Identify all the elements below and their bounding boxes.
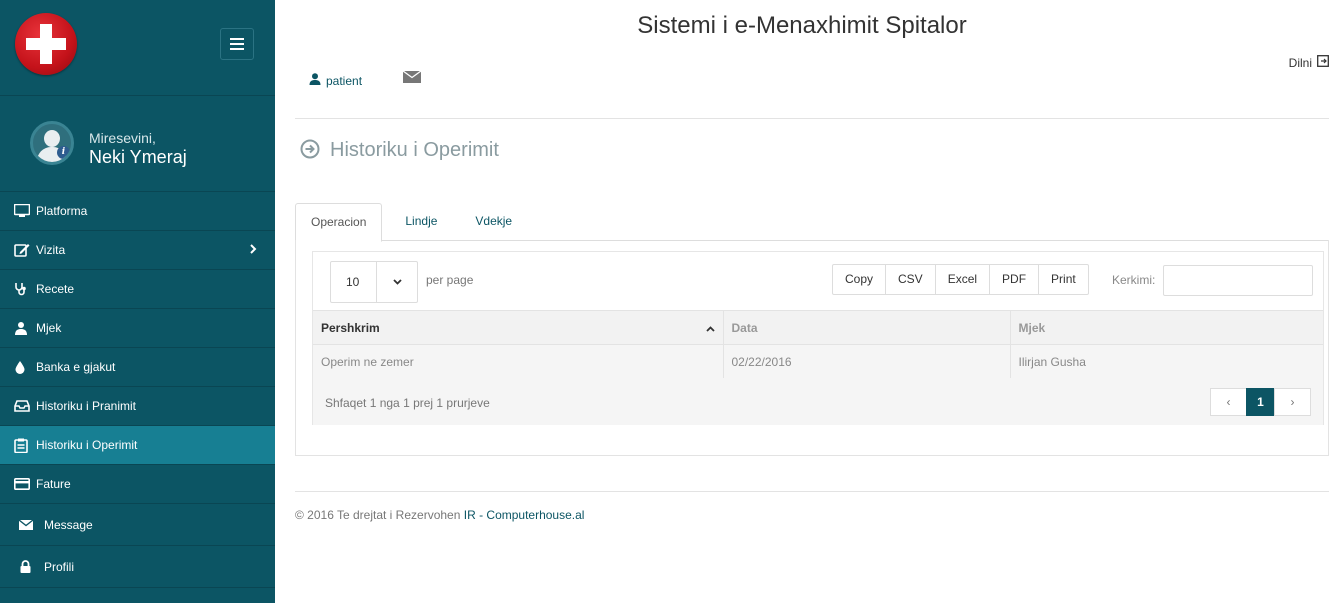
welcome-text: Miresevini, (89, 130, 156, 146)
lock-icon (20, 560, 44, 573)
main-content: Sistemi i e-Menaxhimit Spitalor Dilni pa… (275, 0, 1329, 603)
table-cell: Ilirjan Gusha (1009, 344, 1323, 379)
user-link[interactable]: patient (309, 73, 362, 88)
footer-link[interactable]: IR - Computerhouse.al (464, 508, 585, 522)
column-label: Pershkrim (321, 320, 380, 335)
excel-button[interactable]: Excel (934, 264, 991, 295)
envelope-icon[interactable] (402, 70, 422, 86)
sidebar-item-platforma[interactable]: Platforma (0, 192, 275, 231)
chevron-down-icon[interactable] (377, 262, 417, 302)
divider (295, 118, 1329, 119)
table-row: Operim ne zemer 02/22/2016 Ilirjan Gusha (313, 344, 1323, 379)
user-label: patient (326, 73, 363, 88)
search-label: Kerkimi: (1112, 273, 1156, 287)
sidebar-item-label: Vizita (36, 243, 66, 257)
sidebar-item-label: Platforma (36, 204, 88, 218)
sidebar-item-historiku-i-operimit[interactable]: Historiku i Operimit (0, 426, 275, 465)
sidebar-item-banka-e-gjakut[interactable]: Banka e gjakut (0, 348, 275, 387)
doctor-icon (14, 321, 36, 335)
tab-operacion[interactable]: Operacion (295, 203, 383, 242)
logout-label: Dilni (1288, 55, 1312, 70)
sidebar-item-fature[interactable]: Fature (0, 465, 275, 504)
sidebar-item-profili[interactable]: Profili (0, 546, 275, 588)
sidebar-item-vizita[interactable]: Vizita (0, 231, 275, 270)
clipboard-icon (14, 438, 36, 453)
tab-vdekje[interactable]: Vdekje (460, 203, 527, 241)
chevron-up-icon (705, 321, 715, 335)
column-header-pershkrim[interactable]: Pershkrim (313, 310, 723, 345)
tab-lindje[interactable]: Lindje (390, 203, 452, 241)
sidebar-item-label: Historiku i Operimit (36, 438, 138, 452)
column-header-data[interactable]: Data (722, 310, 1010, 345)
tab-panel: 10 per page Copy CSV Excel PDF Print Ker… (295, 240, 1329, 456)
datatable-wrapper: 10 per page Copy CSV Excel PDF Print Ker… (312, 251, 1324, 425)
drop-icon (14, 360, 36, 374)
sidebar-item-label: Message (44, 517, 93, 532)
page-1-button[interactable]: 1 (1246, 388, 1275, 416)
sidebar-item-label: Banka e gjakut (36, 360, 116, 374)
page-header: Historiku i Operimit (300, 139, 499, 162)
sidebar-nav: Platforma Vizita Recete Mjek Banka e gja… (0, 192, 275, 588)
table-cell: Operim ne zemer (313, 344, 723, 379)
sidebar-header (0, 0, 275, 96)
username: Neki Ymeraj (89, 147, 187, 167)
inbox-icon (14, 400, 36, 412)
copy-button[interactable]: Copy (832, 264, 887, 295)
next-page-button[interactable]: › (1274, 388, 1311, 416)
stethoscope-icon (14, 282, 36, 296)
logout-icon (1317, 55, 1329, 70)
sidebar: i Miresevini, Neki Ymeraj Platforma Vizi… (0, 0, 275, 603)
monitor-icon (14, 204, 36, 218)
user-icon (309, 73, 321, 88)
sidebar-item-label: Historiku i Pranimit (36, 399, 137, 413)
data-table: Pershkrim Data Mjek Operim ne zemer 02/2… (313, 310, 1323, 379)
chevron-right-icon (250, 243, 257, 257)
avatar: i (30, 121, 74, 165)
sidebar-item-label: Profili (44, 559, 75, 574)
credit-card-icon (14, 478, 36, 490)
per-page-label: per page (426, 273, 474, 287)
divider (295, 491, 1329, 492)
sidebar-item-mjek[interactable]: Mjek (0, 309, 275, 348)
sidebar-item-label: Fature (36, 477, 71, 491)
sidebar-item-recete[interactable]: Recete (0, 270, 275, 309)
per-page-value: 10 (331, 262, 377, 302)
footer: © 2016 Te drejtat i Rezervohen IR - Comp… (295, 508, 584, 522)
table-cell: 02/22/2016 (722, 344, 1010, 379)
app-title: Sistemi i e-Menaxhimit Spitalor (637, 12, 967, 39)
previous-page-button[interactable]: ‹ (1210, 388, 1247, 416)
pagination: ‹ 1 › (1210, 388, 1311, 416)
search-input[interactable] (1163, 265, 1313, 296)
tab-bar: Operacion Lindje Vdekje (295, 203, 1329, 242)
print-button[interactable]: Print (1038, 264, 1089, 295)
per-page-select[interactable]: 10 (330, 261, 418, 303)
page-title: Historiku i Operimit (330, 139, 499, 161)
logout-link[interactable]: Dilni (1289, 55, 1329, 70)
sidebar-item-historiku-i-pranimit[interactable]: Historiku i Pranimit (0, 387, 275, 426)
table-info: Shfaqet 1 nga 1 prej 1 prurjeve (325, 396, 490, 410)
pdf-button[interactable]: PDF (989, 264, 1040, 295)
copyright-text: © 2016 Te drejtat i Rezervohen (295, 508, 464, 522)
sidebar-item-message[interactable]: Message (0, 504, 275, 546)
envelope-icon (19, 519, 44, 530)
column-header-mjek[interactable]: Mjek (1009, 310, 1323, 345)
hospital-cross-logo (15, 13, 77, 75)
export-buttons: Copy CSV Excel PDF Print (832, 264, 1089, 295)
user-profile: i Miresevini, Neki Ymeraj (0, 96, 275, 192)
hamburger-menu-button[interactable] (220, 28, 254, 60)
arrow-circle-right-icon (300, 139, 320, 162)
sidebar-item-label: Recete (36, 282, 75, 296)
csv-button[interactable]: CSV (885, 264, 936, 295)
sidebar-item-label: Mjek (36, 321, 62, 335)
edit-icon (14, 243, 36, 257)
